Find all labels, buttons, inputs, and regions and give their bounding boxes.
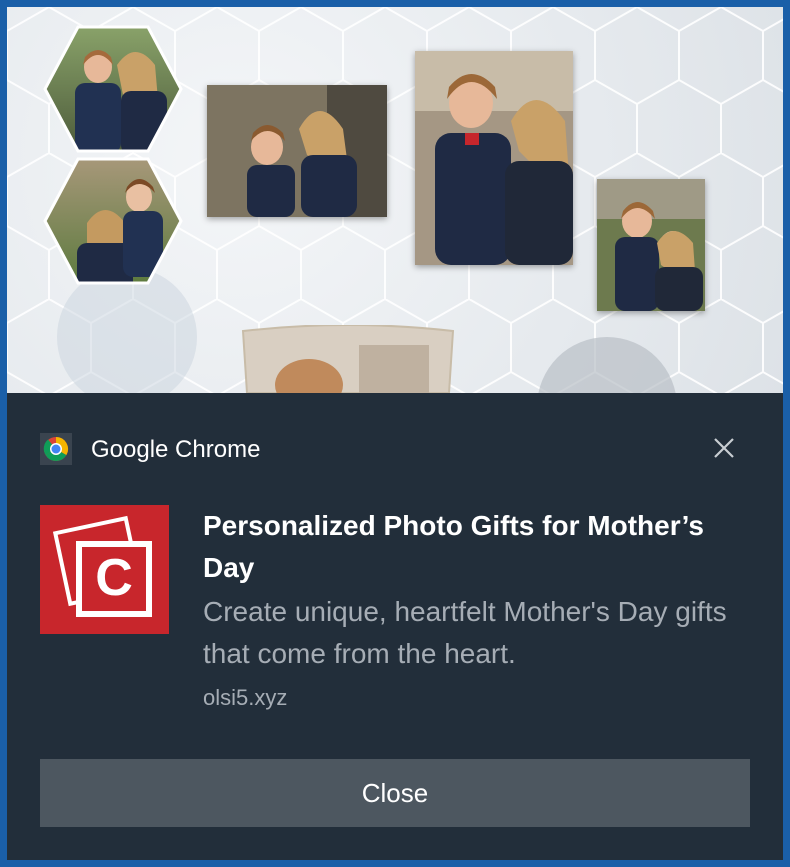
app-name: Google Chrome xyxy=(91,436,261,463)
close-icon[interactable] xyxy=(707,431,741,465)
hero-image[interactable] xyxy=(7,7,783,393)
source-domain: olsi5.xyz xyxy=(203,685,288,710)
notification-body-text: Create unique, heartfelt Mother's Day gi… xyxy=(203,596,727,669)
hexagon-photo-1 xyxy=(43,25,183,153)
notification-title: Personalized Photo Gifts for Mother’s Da… xyxy=(203,510,704,583)
close-button[interactable]: Close xyxy=(40,759,750,827)
chrome-icon xyxy=(40,433,72,465)
hexagon-photo-2 xyxy=(43,157,183,285)
photo-5 xyxy=(597,179,705,311)
photo-3 xyxy=(207,85,387,217)
photo-4 xyxy=(415,51,573,265)
notification-window: Google Chrome C Personalized Photo Gifts… xyxy=(0,0,790,867)
logo-letter: C xyxy=(95,549,133,607)
notification-body[interactable]: Google Chrome C Personalized Photo Gifts… xyxy=(7,393,783,860)
photo-gift-logo-icon: C xyxy=(40,505,169,634)
pillow-photo xyxy=(241,325,455,393)
